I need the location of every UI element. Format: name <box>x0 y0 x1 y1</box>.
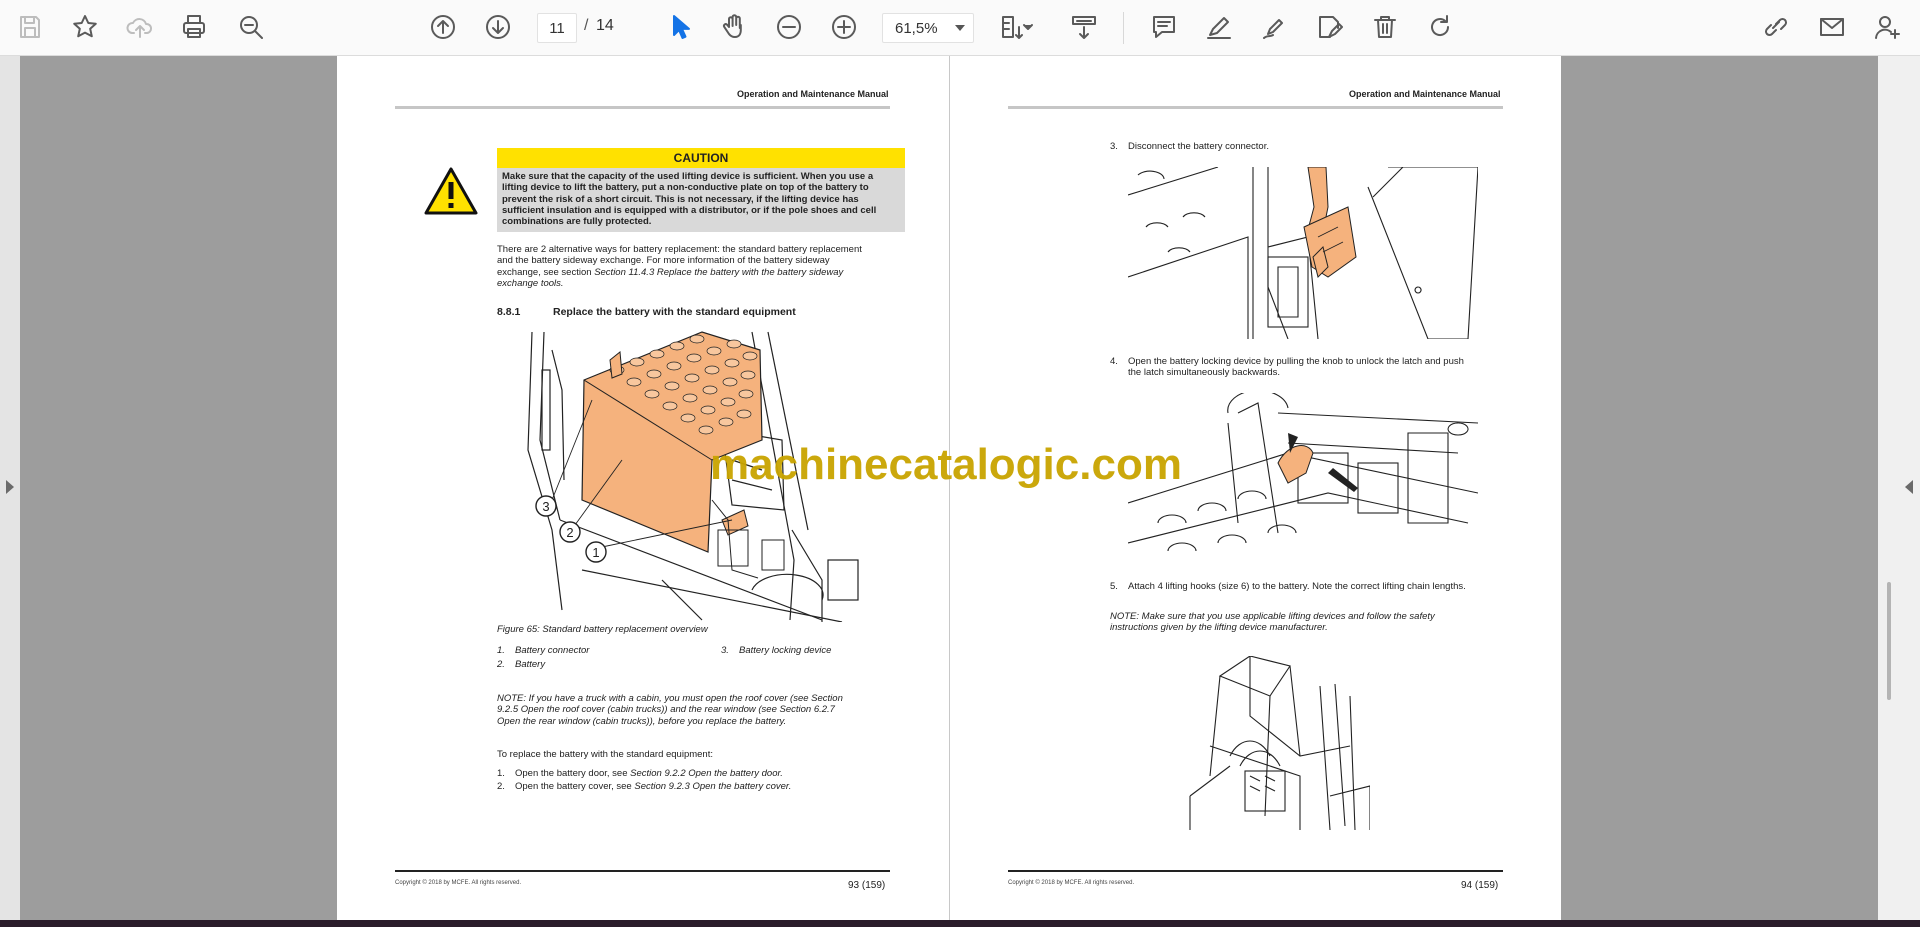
legend-item-2-number: 2. <box>497 659 505 670</box>
step-4-text: Open the battery locking device by pulli… <box>1128 356 1464 379</box>
zoom-level-select[interactable]: 61,5% <box>882 13 974 43</box>
step-5-text: Attach 4 lifting hooks (size 6) to the b… <box>1128 581 1466 592</box>
page-separator: / <box>584 17 589 34</box>
save-icon[interactable] <box>13 10 47 44</box>
expand-right-panel-icon[interactable] <box>1905 480 1913 494</box>
step-1: Open the battery door, see Section 9.2.2… <box>515 768 783 779</box>
cabin-note: NOTE: If you have a truck with a cabin, … <box>497 693 843 727</box>
step-1-number: 1. <box>497 768 505 779</box>
expand-left-panel-icon[interactable] <box>6 480 14 494</box>
zoom-in-icon[interactable] <box>827 10 861 44</box>
stamp-icon[interactable] <box>1312 10 1346 44</box>
footer-rule <box>1008 870 1503 872</box>
email-icon[interactable] <box>1815 10 1849 44</box>
zoom-out-icon[interactable] <box>772 10 806 44</box>
scroll-mode-icon[interactable] <box>1067 10 1101 44</box>
highlight-pen-icon[interactable] <box>1202 10 1236 44</box>
intro-paragraph: There are 2 alternative ways for battery… <box>497 244 867 289</box>
zoom-level-value: 61,5% <box>895 19 938 37</box>
footer-copyright: Copyright © 2018 by MCFE. All rights res… <box>1008 880 1135 886</box>
print-icon[interactable] <box>177 10 211 44</box>
hand-tool-icon[interactable] <box>717 10 751 44</box>
page-number-input[interactable]: 11 <box>537 13 577 43</box>
procedure-intro: To replace the battery with the standard… <box>497 749 713 760</box>
legend-item-1-label: Battery connector <box>515 645 590 656</box>
previous-page-icon[interactable] <box>426 10 460 44</box>
next-page-icon[interactable] <box>481 10 515 44</box>
page-fit-dropdown-icon[interactable] <box>1021 10 1035 44</box>
truck-lifting-hooks-illustration <box>1189 656 1370 830</box>
step-2-section-link[interactable]: Section 9.2.3 Open the battery cover. <box>634 781 791 792</box>
chevron-down-icon <box>955 25 965 31</box>
warning-triangle-icon <box>424 167 478 215</box>
step-2-text: Open the battery cover, see <box>515 781 632 792</box>
step-4-number: 4. <box>1110 356 1118 367</box>
caution-text: Make sure that the capacity of the used … <box>497 168 905 232</box>
page-header: Operation and Maintenance Manual <box>1349 89 1501 99</box>
comment-icon[interactable] <box>1147 10 1181 44</box>
zoom-search-icon[interactable] <box>234 10 268 44</box>
watermark: machinecatalogic.com <box>710 440 1182 489</box>
taskbar-edge <box>0 920 1920 927</box>
step-3-number: 3. <box>1110 141 1118 152</box>
footer-page-number: 94 (159) <box>1461 880 1499 891</box>
legend-item-3-label: Battery locking device <box>739 645 832 656</box>
toolbar-divider <box>1123 12 1124 44</box>
step-3-text: Disconnect the battery connector. <box>1128 141 1269 152</box>
legend-item-3-number: 3. <box>721 645 729 656</box>
step-5-number: 5. <box>1110 581 1118 592</box>
draw-signature-icon[interactable] <box>1257 10 1291 44</box>
lifting-safety-note: NOTE: Make sure that you use applicable … <box>1110 611 1435 634</box>
delete-trash-icon[interactable] <box>1368 10 1402 44</box>
step-2-number: 2. <box>497 781 505 792</box>
callout-1-label: 1 <box>592 545 599 560</box>
footer-rule <box>395 870 890 872</box>
toolbar: 11 / 14 61,5% <box>0 0 1920 56</box>
cloud-upload-icon[interactable] <box>123 10 157 44</box>
section-title: Replace the battery with the standard eq… <box>553 306 796 318</box>
section-number: 8.8.1 <box>497 306 521 318</box>
callout-3-label: 3 <box>542 499 549 514</box>
footer-page-number: 93 (159) <box>848 880 886 891</box>
footer-copyright: Copyright © 2018 by MCFE. All rights res… <box>395 880 522 886</box>
select-pointer-icon[interactable] <box>663 10 697 44</box>
step-1-section-link[interactable]: Section 9.2.2 Open the battery door. <box>630 768 783 779</box>
figure-caption: Figure 65: Standard battery replacement … <box>497 624 708 635</box>
page-total: 14 <box>596 17 614 34</box>
add-user-icon[interactable] <box>1870 10 1904 44</box>
header-rule <box>1008 106 1503 109</box>
redo-rotate-icon[interactable] <box>1423 10 1457 44</box>
bookmark-star-icon[interactable] <box>68 10 102 44</box>
callout-2-label: 2 <box>566 525 573 540</box>
header-rule <box>395 106 890 109</box>
step-2: Open the battery cover, see Section 9.2.… <box>515 781 791 792</box>
legend-item-2-label: Battery <box>515 659 546 670</box>
battery-connector-illustration <box>1128 167 1478 339</box>
share-link-icon[interactable] <box>1759 10 1793 44</box>
vertical-scrollbar[interactable] <box>1878 56 1920 920</box>
legend-item-1-number: 1. <box>497 645 505 656</box>
scrollbar-thumb[interactable] <box>1887 582 1891 700</box>
page-header: Operation and Maintenance Manual <box>737 89 889 99</box>
caution-title: CAUTION <box>497 148 905 168</box>
step-1-text: Open the battery door, see <box>515 768 628 779</box>
